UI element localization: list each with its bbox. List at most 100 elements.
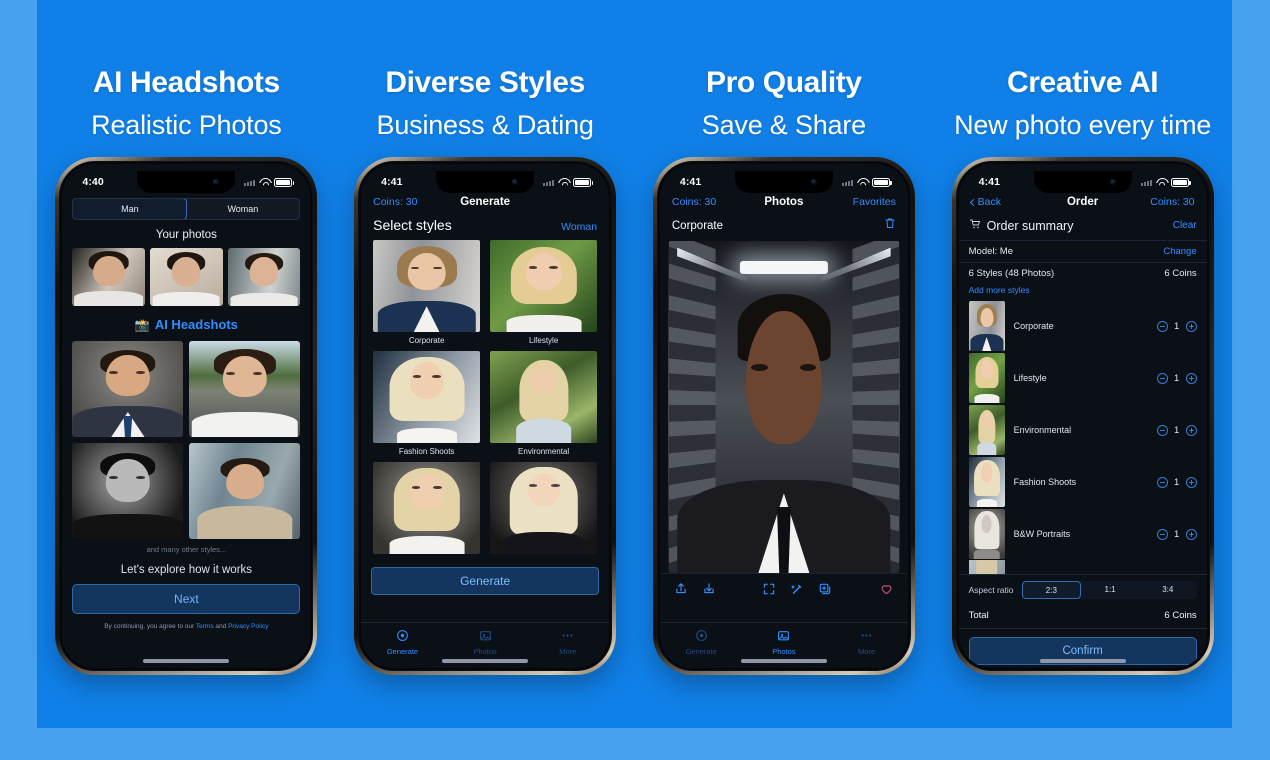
status-indicators: [841, 177, 892, 187]
tab-label: Photos: [772, 647, 796, 656]
user-photo-thumb[interactable]: [150, 248, 223, 306]
aspect-option-1-1[interactable]: 1:1: [1081, 581, 1139, 599]
model-label: Model: Me: [968, 246, 1013, 257]
tab-label: More: [559, 647, 577, 656]
nav-bar-3: Coins: 30 Photos Favorites: [660, 194, 908, 215]
coins-label[interactable]: Coins: 30: [373, 196, 423, 208]
increment-icon[interactable]: [1185, 528, 1197, 540]
order-item-name: Fashion Shoots: [1013, 477, 1077, 487]
aspect-ratio-options[interactable]: 2:3 1:1 3:4: [1021, 581, 1197, 599]
quantity-value: 1: [1174, 321, 1180, 331]
add-more-styles-link[interactable]: Add more styles: [959, 284, 1207, 300]
style-card[interactable]: Corporate: [373, 240, 481, 345]
style-card[interactable]: Environmental: [490, 351, 598, 456]
share-icon[interactable]: [674, 581, 688, 601]
decrement-icon[interactable]: [1156, 476, 1168, 488]
order-item-row: B&W Portraits 1: [959, 508, 1207, 560]
favorites-link[interactable]: Favorites: [846, 196, 896, 208]
magic-wand-icon[interactable]: [790, 582, 804, 601]
segment-man[interactable]: Man: [73, 199, 188, 219]
phone-screen-4: 4:41 Back Order Coins: 30 Order summary …: [958, 164, 1207, 668]
quantity-stepper[interactable]: 1: [1156, 476, 1197, 488]
main-photo[interactable]: [667, 241, 900, 573]
fullscreen-icon[interactable]: [762, 582, 776, 601]
total-label: Total: [968, 610, 989, 621]
style-label: Fashion Shoots: [398, 447, 455, 456]
tab-photos[interactable]: Photos: [444, 629, 527, 656]
segment-woman[interactable]: Woman: [186, 199, 299, 219]
tab-photos[interactable]: Photos: [743, 629, 826, 656]
phone-mockup-2: 4:41 Coins: 30 Generate Select styles Wo…: [354, 157, 617, 675]
duplicate-icon[interactable]: [818, 582, 832, 601]
aspect-ratio-row: Aspect ratio 2:3 1:1 3:4: [958, 574, 1207, 605]
home-indicator: [740, 659, 827, 663]
style-card[interactable]: [490, 462, 598, 558]
style-card[interactable]: Lifestyle: [490, 240, 598, 345]
select-styles-title: Select styles: [373, 217, 452, 233]
cellular-icon: [841, 178, 853, 186]
screen-body-3: Corporate: [659, 215, 908, 622]
increment-icon[interactable]: [1185, 424, 1197, 436]
quantity-value: 1: [1174, 529, 1180, 539]
decrement-icon[interactable]: [1156, 372, 1168, 384]
sample-photo[interactable]: [72, 443, 184, 539]
camera-icon: 📸: [134, 317, 150, 332]
heart-icon[interactable]: [879, 582, 894, 601]
tab-generate[interactable]: Generate: [361, 629, 444, 656]
change-model-button[interactable]: Change: [1163, 246, 1196, 257]
decrement-icon[interactable]: [1156, 528, 1168, 540]
style-label: Environmental: [518, 447, 570, 456]
front-camera-icon: [213, 179, 220, 185]
back-button[interactable]: Back: [969, 196, 1021, 208]
gender-segmented-control[interactable]: Man Woman: [72, 198, 301, 220]
user-photo-thumb[interactable]: [72, 248, 146, 306]
increment-icon[interactable]: [1185, 320, 1197, 332]
tab-label: Photos: [473, 647, 497, 656]
sample-photo[interactable]: [72, 341, 184, 437]
quantity-stepper[interactable]: 1: [1156, 528, 1197, 540]
increment-icon[interactable]: [1185, 476, 1197, 488]
coins-label[interactable]: Coins: 30: [672, 196, 722, 208]
cellular-icon: [1140, 178, 1152, 186]
aspect-ratio-label: Aspect ratio: [968, 585, 1014, 595]
clear-button[interactable]: Clear: [1173, 220, 1197, 231]
generate-button[interactable]: Generate: [371, 567, 600, 595]
style-card[interactable]: [373, 462, 481, 558]
front-camera-icon: [1109, 179, 1116, 185]
aspect-option-2-3[interactable]: 2:3: [1021, 581, 1082, 599]
quantity-stepper[interactable]: 1: [1156, 424, 1197, 436]
delete-icon[interactable]: [884, 216, 896, 235]
aspect-option-3-4[interactable]: 3:4: [1139, 581, 1197, 599]
panel-creative-ai: Creative AI New photo every time 4:41 Ba…: [933, 0, 1232, 728]
quantity-stepper[interactable]: 1: [1156, 320, 1197, 332]
decrement-icon[interactable]: [1156, 424, 1168, 436]
decrement-icon[interactable]: [1156, 320, 1168, 332]
headline-subtitle: Business & Dating: [376, 110, 594, 140]
gender-link[interactable]: Woman: [561, 221, 597, 233]
sample-photo[interactable]: [189, 443, 301, 539]
tab-more[interactable]: More: [526, 629, 609, 656]
wifi-icon: [857, 178, 868, 187]
quantity-stepper[interactable]: 1: [1156, 372, 1197, 384]
chevron-left-icon: [969, 198, 977, 206]
order-item-thumb: [968, 457, 1005, 507]
status-time: 4:41: [679, 176, 702, 188]
privacy-link[interactable]: Privacy Policy: [228, 623, 268, 630]
tab-generate[interactable]: Generate: [660, 629, 743, 656]
order-item-name: Lifestyle: [1013, 373, 1047, 383]
explore-text: Let's explore how it works: [120, 564, 253, 576]
next-button[interactable]: Next: [72, 584, 301, 614]
increment-icon[interactable]: [1185, 372, 1197, 384]
battery-icon: [871, 177, 892, 187]
styles-cost: 6 Coins: [1164, 268, 1197, 279]
coins-label[interactable]: Coins: 30: [1145, 196, 1194, 208]
more-icon: [526, 629, 609, 644]
user-photo-thumb[interactable]: [227, 248, 301, 306]
download-icon[interactable]: [702, 581, 716, 601]
terms-link[interactable]: Terms: [196, 623, 214, 630]
notch: [1033, 171, 1132, 193]
sample-photo[interactable]: [189, 341, 301, 437]
tab-more[interactable]: More: [825, 629, 908, 656]
cellular-icon: [244, 178, 256, 186]
style-card[interactable]: Fashion Shoots: [373, 351, 481, 456]
